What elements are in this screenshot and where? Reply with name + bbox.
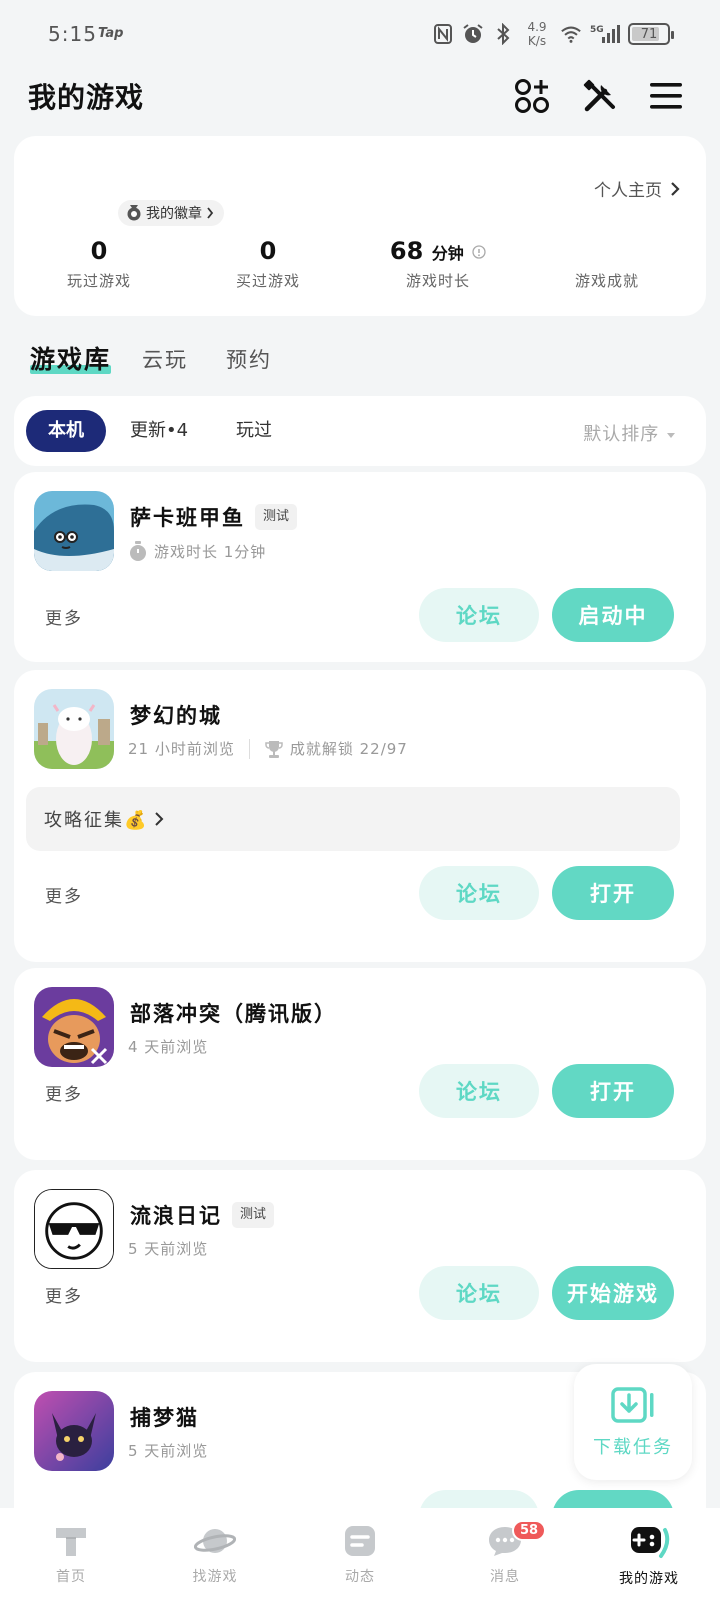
status-icons: 4.9 K/s 5G 71 bbox=[432, 20, 674, 48]
tap-notification-icon: Tap bbox=[98, 26, 124, 41]
chevron-right-icon bbox=[155, 812, 164, 826]
nav-my-games[interactable]: 我的游戏 bbox=[594, 1524, 704, 1588]
filter-local[interactable]: 本机 bbox=[26, 410, 106, 452]
download-tasks-button[interactable]: 下载任务 bbox=[574, 1364, 692, 1480]
stat-play-time[interactable]: 68 分钟 游戏时长 bbox=[353, 236, 523, 291]
stopwatch-icon bbox=[130, 541, 146, 561]
more-button[interactable]: 更多 bbox=[45, 1080, 83, 1105]
game-icon-sacabambaspis[interactable] bbox=[34, 491, 114, 571]
signal-icon: 5G bbox=[590, 23, 620, 45]
game-name[interactable]: 部落冲突（腾讯版） bbox=[130, 998, 337, 1028]
forum-button[interactable]: 论坛 bbox=[419, 1064, 539, 1118]
game-card: 部落冲突（腾讯版） 4 天前浏览 更多 论坛 打开 bbox=[14, 968, 706, 1160]
menu-button[interactable] bbox=[646, 76, 686, 116]
info-icon bbox=[472, 245, 486, 259]
unread-badge: 58 bbox=[512, 1520, 547, 1541]
svg-text:5G: 5G bbox=[590, 25, 604, 35]
filter-updates[interactable]: 更新•4 bbox=[130, 410, 188, 452]
trophy-icon bbox=[265, 740, 283, 758]
menu-icon bbox=[650, 83, 682, 109]
nav-find-games[interactable]: 找游戏 bbox=[160, 1524, 270, 1586]
caret-down-icon bbox=[667, 433, 675, 438]
game-meta: 5 天前浏览 bbox=[128, 1442, 209, 1460]
feed-icon bbox=[345, 1526, 375, 1556]
game-meta: 游戏时长 1分钟 bbox=[128, 540, 266, 562]
game-name[interactable]: 萨卡班甲鱼 测试 bbox=[130, 502, 298, 532]
forum-button[interactable]: 论坛 bbox=[419, 588, 539, 642]
bluetooth-icon bbox=[492, 23, 514, 45]
more-button[interactable]: 更多 bbox=[45, 604, 83, 629]
download-icon bbox=[611, 1387, 654, 1423]
chevron-right-icon bbox=[207, 207, 214, 219]
stat-achievements[interactable]: 游戏成就 bbox=[522, 236, 692, 291]
game-icon-dream-city[interactable] bbox=[34, 689, 114, 769]
nav-home[interactable]: 首页 bbox=[16, 1524, 126, 1586]
filter-played[interactable]: 玩过 bbox=[236, 410, 272, 452]
guide-collection-banner[interactable]: 攻略征集💰 bbox=[26, 787, 680, 851]
net-speed: 4.9 K/s bbox=[527, 20, 547, 48]
tab-reservations[interactable]: 预约 bbox=[226, 344, 272, 374]
status-bar: 5:15 Tap 4.9 K/s 5G 71 bbox=[0, 0, 720, 70]
launch-button[interactable]: 启动中 bbox=[552, 588, 674, 642]
planet-icon bbox=[194, 1529, 236, 1553]
game-meta: 5 天前浏览 bbox=[128, 1240, 209, 1258]
filter-row: 本机 更新•4 玩过 默认排序 bbox=[14, 396, 706, 466]
tools-icon bbox=[583, 79, 615, 112]
game-icon-wandering-diary[interactable] bbox=[34, 1189, 114, 1269]
forum-button[interactable]: 论坛 bbox=[419, 1266, 539, 1320]
wifi-icon bbox=[560, 23, 582, 45]
page-title: 我的游戏 bbox=[28, 81, 145, 114]
game-icon-dream-catcher-cat[interactable] bbox=[34, 1391, 114, 1471]
gamepad-icon bbox=[631, 1527, 670, 1558]
profile-link[interactable]: 个人主页 bbox=[594, 176, 680, 201]
game-name[interactable]: 捕梦猫 bbox=[130, 1402, 199, 1432]
more-button[interactable]: 更多 bbox=[45, 882, 83, 907]
my-badges-button[interactable]: 我的徽章 bbox=[118, 200, 224, 226]
open-button[interactable]: 打开 bbox=[552, 1064, 674, 1118]
game-icon-clash-of-clans[interactable] bbox=[34, 987, 114, 1067]
test-tag: 测试 bbox=[255, 504, 298, 530]
game-card: 梦幻的城 21 小时前浏览 成就解锁 22/97 攻略征集💰 更多 论坛 打开 bbox=[14, 670, 706, 962]
game-card: 萨卡班甲鱼 测试 游戏时长 1分钟 更多 论坛 启动中 bbox=[14, 472, 706, 662]
alarm-icon bbox=[462, 23, 484, 45]
tab-game-library[interactable]: 游戏库 bbox=[30, 340, 112, 376]
stat-bought-games[interactable]: 0 买过游戏 bbox=[183, 236, 353, 291]
start-game-button[interactable]: 开始游戏 bbox=[552, 1266, 674, 1320]
nfc-icon bbox=[432, 23, 454, 45]
test-tag: 测试 bbox=[232, 1202, 275, 1228]
divider bbox=[248, 738, 250, 759]
apps-grid-icon bbox=[515, 79, 549, 113]
nav-feed[interactable]: 动态 bbox=[305, 1524, 415, 1586]
game-meta: 4 天前浏览 bbox=[128, 1038, 209, 1056]
game-name[interactable]: 流浪日记 测试 bbox=[130, 1200, 275, 1230]
game-meta: 21 小时前浏览 成就解锁 22/97 bbox=[128, 738, 408, 759]
apps-grid-button[interactable] bbox=[512, 76, 552, 116]
stat-played-games[interactable]: 0 玩过游戏 bbox=[14, 236, 184, 291]
game-name[interactable]: 梦幻的城 bbox=[130, 700, 222, 730]
play-time-unit: 分钟 bbox=[431, 244, 464, 263]
open-button[interactable]: 打开 bbox=[552, 866, 674, 920]
stats-card: 个人主页 我的徽章 0 玩过游戏 0 买过游戏 68 分钟 游戏时长 游戏成就 bbox=[14, 136, 706, 316]
nav-messages[interactable]: 58 消息 bbox=[450, 1520, 560, 1586]
bottom-nav: 首页 找游戏 动态 58 消息 我的游戏 bbox=[0, 1508, 720, 1600]
play-time-value: 68 bbox=[389, 237, 424, 265]
more-button[interactable]: 更多 bbox=[45, 1282, 83, 1307]
game-card: 流浪日记 测试 5 天前浏览 更多 论坛 开始游戏 bbox=[14, 1170, 706, 1362]
forum-button[interactable]: 论坛 bbox=[419, 866, 539, 920]
medal-icon bbox=[127, 205, 141, 221]
taptap-home-icon bbox=[56, 1528, 86, 1556]
tools-button[interactable] bbox=[580, 76, 620, 116]
battery-icon: 71 bbox=[628, 23, 674, 45]
status-time: 5:15 bbox=[48, 22, 97, 46]
chevron-right-icon bbox=[671, 181, 680, 196]
tab-cloud-play[interactable]: 云玩 bbox=[142, 344, 188, 374]
sort-dropdown[interactable]: 默认排序 bbox=[583, 420, 676, 446]
